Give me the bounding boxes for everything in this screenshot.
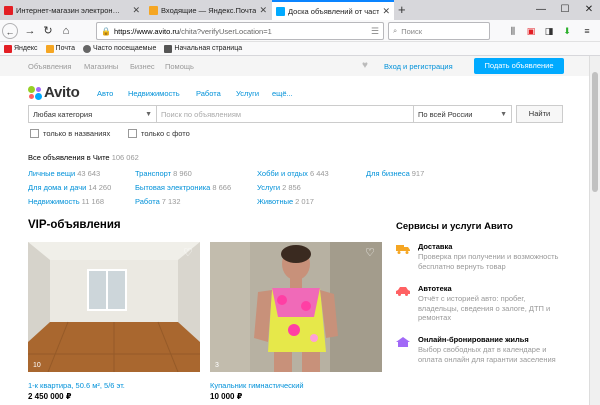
category-link[interactable]: Личные вещи 43 643 [28,169,100,178]
titles-only-checkbox[interactable]: только в названиях [30,129,110,138]
category-link[interactable]: Работа 7 132 [135,197,181,206]
mail-icon [45,44,54,53]
find-button[interactable]: Найти [516,105,563,123]
reader-view-icon[interactable]: ☰ [371,26,379,37]
minimize-icon[interactable]: — [530,0,552,20]
close-tab-icon[interactable]: ✕ [132,5,140,16]
download-icon[interactable]: ⬇ [560,24,574,38]
browser-tab-1[interactable]: Интернет-магазин электрон… ✕ [0,1,144,19]
new-tab-button[interactable]: + [398,2,406,18]
favorites-heart-icon[interactable]: ♥ [362,61,372,71]
vip-card-title[interactable]: Купальник гимнастический [210,381,304,390]
scrollbar-thumb[interactable] [592,72,598,192]
checkbox-box[interactable] [30,129,39,138]
ad-search-input[interactable]: Поиск по объявлениям [157,105,414,123]
bookmark-yandex[interactable]: Яндекс [4,44,38,53]
gear-icon [83,44,91,53]
navigation-toolbar: ← → ↻ ⌂ 🔒 https://www.avito.ru/chita?ver… [0,20,600,42]
category-link[interactable]: Животные 2 017 [257,197,314,206]
services-title: Сервисы и услуги Авито [396,221,513,232]
browser-tab-2[interactable]: Входящие — Яндекс.Почта ✕ [145,1,271,19]
category-jobs-link[interactable]: Работа [196,89,221,98]
category-realty-link[interactable]: Недвижимость [128,89,180,98]
category-select[interactable]: Любая категория ▼ [28,105,157,123]
yandex-icon [4,44,12,53]
tab-strip: Интернет-магазин электрон… ✕ Входящие — … [0,0,600,20]
bookmark-mail[interactable]: Почта [45,44,75,53]
avito-top-nav: Объявления Магазины Бизнес Помощь ♥ Вход… [0,56,589,76]
avito-page: Объявления Магазины Бизнес Помощь ♥ Вход… [0,56,589,405]
category-link[interactable]: Для дома и дачи 14 260 [28,183,111,192]
category-link[interactable]: Бытовая электроника 8 666 [135,183,231,192]
back-button[interactable]: ← [2,23,18,39]
browser-search-input[interactable]: ⌕ Поиск [388,22,490,40]
close-window-icon[interactable]: ✕ [578,0,600,20]
post-ad-button[interactable]: Подать объявление [474,58,564,74]
category-link[interactable]: Услуги 2 856 [257,183,301,192]
home-button[interactable]: ⌂ [58,23,74,39]
bookmark-most-visited[interactable]: Часто посещаемые [83,44,156,53]
page-icon [164,44,173,53]
login-link[interactable]: Вход и регистрация [384,62,453,71]
extension-icon[interactable]: ◨ [542,24,556,38]
nav-business-link[interactable]: Бизнес [130,62,155,71]
close-tab-icon[interactable]: ✕ [259,5,267,16]
avito-favicon-icon [276,6,285,16]
apartment-photo [28,242,200,372]
page-scrollbar[interactable] [589,56,600,405]
vip-card-price: 10 000 ₽ [210,392,243,401]
avito-logo-icon [28,85,42,100]
maximize-icon[interactable]: ☐ [554,0,576,20]
category-link[interactable]: Транспорт 8 960 [135,169,192,178]
vip-section-title: VIP-объявления [28,219,121,231]
nav-help-link[interactable]: Помощь [165,62,194,71]
bookmark-start-page[interactable]: Начальная страница [164,44,242,53]
reload-button[interactable]: ↻ [40,23,56,39]
region-select[interactable]: По всей России ▼ [414,105,512,123]
browser-tab-3[interactable]: Доска объявлений от частны… ✕ [272,0,394,20]
house-icon [396,337,410,347]
photo-count: 3 [215,362,219,369]
vip-card-price: 2 450 000 ₽ [28,392,72,401]
category-auto-link[interactable]: Авто [97,89,113,98]
favicon-icon [4,5,13,15]
vip-card-photo-swimsuit[interactable]: ♡ 3 [210,242,382,372]
avito-logo[interactable]: Avito [28,84,80,101]
bookmarks-toolbar: Яндекс Почта Часто посещаемые Начальная … [0,42,600,56]
nav-ads-link[interactable]: Объявления [28,62,71,71]
library-icon[interactable]: ⫼ [506,24,520,38]
favorite-heart-icon[interactable]: ♡ [365,248,376,259]
truck-icon [396,245,410,254]
vip-card-title[interactable]: 1-к квартира, 50.6 м², 5/6 эт. [28,381,125,390]
search-icon: ⌕ [393,26,398,35]
chevron-down-icon: ▼ [500,110,507,118]
checkbox-box[interactable] [128,129,137,138]
car-icon [396,287,410,296]
category-link[interactable]: Недвижимость 11 168 [28,197,104,206]
mail-favicon-icon [149,5,158,15]
vip-card-photo-apartment[interactable]: ♡ 10 [28,242,200,372]
with-photo-checkbox[interactable]: только с фото [128,129,190,138]
category-more-link[interactable]: ещё... [272,89,293,98]
photo-count: 10 [33,362,41,369]
favorite-heart-icon[interactable]: ♡ [183,248,194,259]
menu-icon[interactable]: ≡ [580,24,594,38]
close-tab-icon[interactable]: ✕ [382,6,390,17]
swimsuit-photo [210,242,382,372]
chevron-down-icon: ▼ [145,110,152,118]
all-ads-heading: Все объявления в Чите 106 062 [28,153,139,162]
pocket-icon[interactable]: ▣ [524,24,538,38]
category-link[interactable]: Для бизнеса 917 [366,169,424,178]
address-bar[interactable]: 🔒 https://www.avito.ru/chita?verifyUserL… [96,22,384,40]
forward-button[interactable]: → [22,23,38,39]
lock-icon: 🔒 [101,26,111,36]
category-link[interactable]: Хобби и отдых 6 443 [257,169,329,178]
category-services-link[interactable]: Услуги [236,89,259,98]
nav-shops-link[interactable]: Магазины [84,62,118,71]
